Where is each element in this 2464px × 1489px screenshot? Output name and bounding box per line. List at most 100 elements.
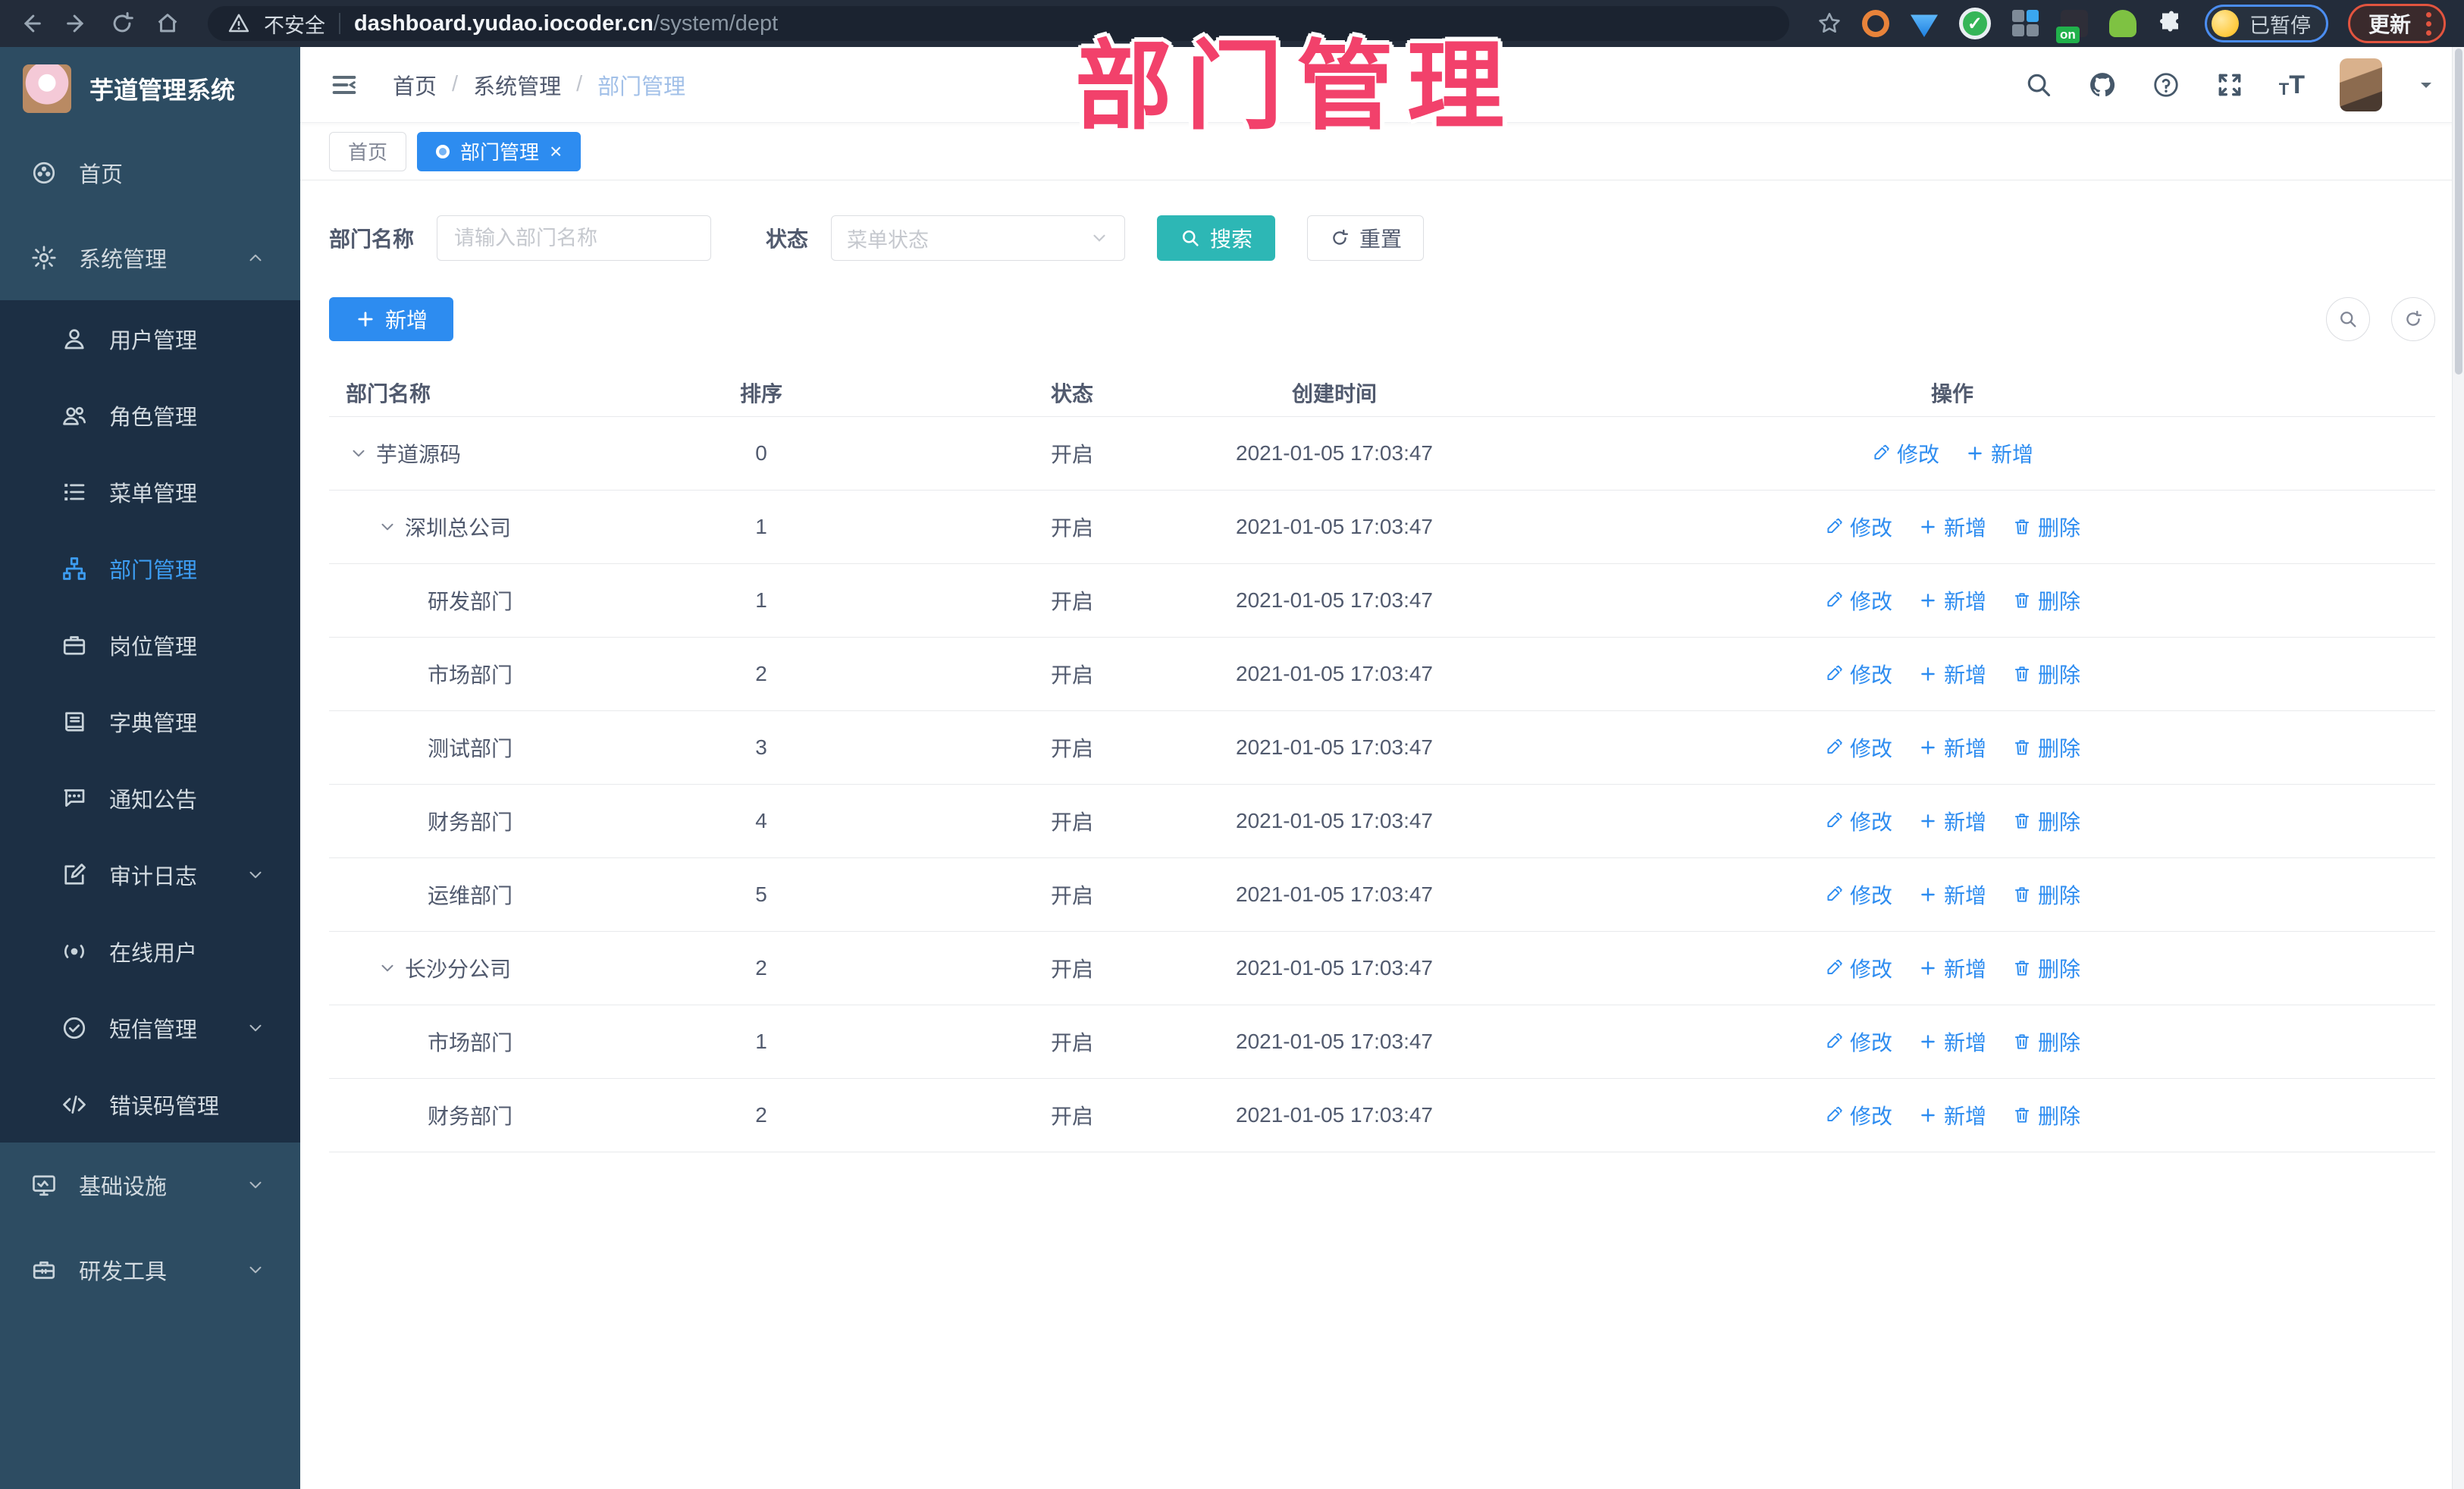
chevron-down-icon[interactable] [2417,76,2435,94]
row-action-modify[interactable]: 修改 [1824,732,1892,763]
browser-profile-chip[interactable]: 已暂停 [2204,5,2328,42]
sidebar-item-user[interactable]: 用户管理 [0,300,300,377]
zoom-search-button[interactable] [2326,297,2370,341]
action-label: 新增 [1943,516,1986,540]
action-label: 删除 [2038,1105,2081,1128]
row-action-add[interactable]: 新增 [1918,806,1986,836]
search-icon[interactable] [2024,71,2053,99]
reload-icon[interactable] [109,11,135,36]
browser-update-button[interactable]: 更新 [2347,4,2446,43]
sidebar-item-online[interactable]: 在线用户 [0,913,300,989]
scrollbar-thumb[interactable] [2454,49,2462,375]
row-action-add[interactable]: 新增 [1918,732,1986,763]
row-action-modify[interactable]: 修改 [1824,953,1892,983]
row-action-add[interactable]: 新增 [1918,659,1986,689]
sidebar-item-infra[interactable]: 基础设施 [0,1143,300,1227]
row-action-delete[interactable]: 删除 [2012,879,2080,910]
row-action-modify[interactable]: 修改 [1824,1027,1892,1057]
tab-dept[interactable]: 部门管理 × [417,131,582,171]
reset-button[interactable]: 重置 [1307,215,1425,261]
row-action-delete[interactable]: 删除 [2012,732,2080,763]
sidebar-item-role[interactable]: 角色管理 [0,377,300,453]
row-action-modify[interactable]: 修改 [1871,438,1939,469]
row-action-delete[interactable]: 删除 [2012,953,2080,983]
sidebar-item-dept[interactable]: 部门管理 [0,530,300,607]
row-action-delete[interactable]: 删除 [2012,1027,2080,1057]
extension-blue-drop-icon[interactable] [1910,14,1938,37]
sidebar-item-notice[interactable]: 通知公告 [0,760,300,836]
edit-pencil-icon [1871,444,1891,463]
extension-green-check-icon[interactable]: ✓ [1958,8,1991,39]
sidebar-item-sms[interactable]: 短信管理 [0,989,300,1066]
sidebar-item-home[interactable]: 首页 [0,130,300,215]
sidebar-item-system[interactable]: 系统管理 [0,215,300,300]
extensions-puzzle-icon[interactable] [2158,10,2185,37]
row-action-delete[interactable]: 删除 [2012,1100,2080,1130]
row-action-delete[interactable]: 删除 [2012,659,2080,689]
row-action-modify[interactable]: 修改 [1824,659,1892,689]
dept-name: 长沙分公司 [405,958,512,981]
refresh-table-button[interactable] [2391,297,2435,341]
forward-icon[interactable] [64,11,89,36]
row-action-delete[interactable]: 删除 [2012,585,2080,616]
row-action-add[interactable]: 新增 [1918,1027,1986,1057]
breadcrumb-item[interactable]: 系统管理 [473,69,561,101]
github-icon[interactable] [2088,71,2117,99]
sidebar-item-tools[interactable]: 研发工具 [0,1227,300,1312]
broadcast-icon [61,938,88,965]
row-action-modify[interactable]: 修改 [1824,806,1892,836]
dept-status: 开启 [1050,516,1093,540]
sidebar-item-audit[interactable]: 审计日志 [0,836,300,913]
dept-created-time: 2021-01-05 17:03:47 [1236,1030,1433,1053]
extension-green-person-icon[interactable] [2108,10,2136,37]
page-scrollbar[interactable] [2452,47,2464,1489]
trash-icon [2012,591,2032,610]
extension-grid-icon[interactable] [2011,10,2039,37]
collapse-sidebar-button[interactable] [329,70,359,100]
row-action-add[interactable]: 新增 [1918,953,1986,983]
dept-name: 测试部门 [428,737,513,760]
action-label: 新增 [1943,1031,1986,1055]
dept-name: 研发部门 [428,590,513,613]
back-icon[interactable] [18,11,44,36]
row-action-modify[interactable]: 修改 [1824,585,1892,616]
status-select[interactable]: 菜单状态 [831,215,1126,261]
plus-icon [1918,811,1938,831]
dept-name-input[interactable] [437,215,712,261]
expand-caret-icon[interactable] [378,517,397,537]
fullscreen-icon[interactable] [2215,71,2244,99]
row-action-delete[interactable]: 删除 [2012,806,2080,836]
expand-caret-icon[interactable] [349,444,368,463]
row-action-add[interactable]: 新增 [1918,585,1986,616]
expand-caret-icon[interactable] [378,958,397,978]
search-button[interactable]: 搜索 [1157,215,1276,261]
extension-on-badge-icon[interactable]: on [2055,10,2088,43]
browser-menu-dots-icon[interactable] [2422,11,2436,36]
sidebar-item-menu[interactable]: 菜单管理 [0,453,300,530]
home-icon[interactable] [155,11,180,36]
row-action-modify[interactable]: 修改 [1824,512,1892,542]
row-action-add[interactable]: 新增 [1918,1100,1986,1130]
font-size-icon[interactable]: TT [2279,72,2305,98]
sidebar-item-dict[interactable]: 字典管理 [0,683,300,760]
row-action-add[interactable]: 新增 [1965,438,2033,469]
close-tab-icon[interactable]: × [550,140,562,162]
help-icon[interactable] [2152,71,2180,99]
row-action-modify[interactable]: 修改 [1824,879,1892,910]
row-action-modify[interactable]: 修改 [1824,1100,1892,1130]
edit-pencil-icon [1824,517,1844,537]
row-action-delete[interactable]: 删除 [2012,512,2080,542]
address-bar[interactable]: 不安全 dashboard.yudao.iocoder.cn/system/de… [208,6,1789,41]
extension-orange-ring-icon[interactable] [1861,10,1889,37]
row-action-add[interactable]: 新增 [1918,512,1986,542]
dept-name: 财务部门 [428,810,513,834]
user-avatar[interactable] [2340,58,2382,111]
sidebar-item-errcode[interactable]: 错误码管理 [0,1066,300,1143]
bookmark-star-icon[interactable] [1817,11,1842,36]
add-button[interactable]: 新增 [329,297,454,341]
tab-home[interactable]: 首页 [329,131,407,171]
sidebar-item-post[interactable]: 岗位管理 [0,607,300,683]
row-action-add[interactable]: 新增 [1918,879,1986,910]
app-logo-row[interactable]: 芋道管理系统 [0,47,300,130]
breadcrumb-item[interactable]: 首页 [393,69,437,101]
